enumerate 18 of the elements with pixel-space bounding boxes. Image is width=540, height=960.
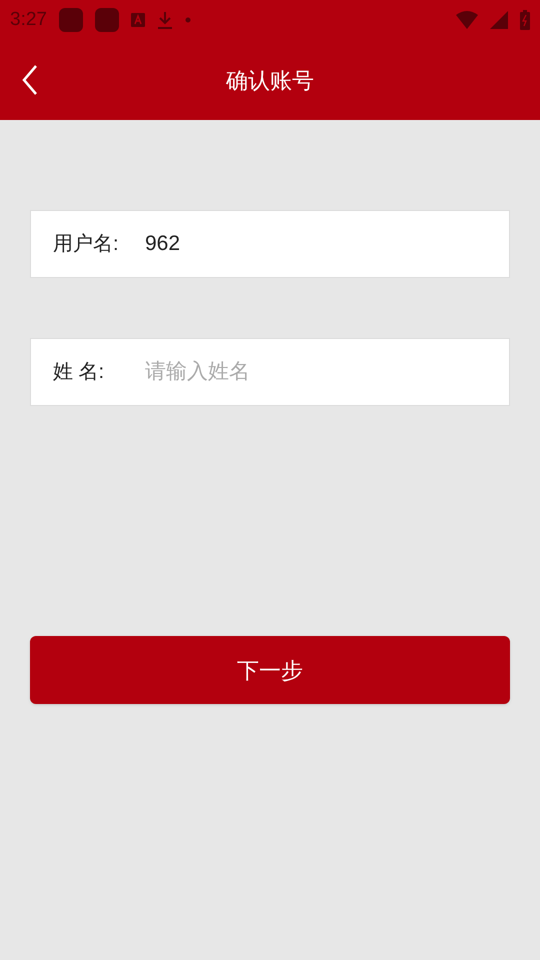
signal-icon bbox=[490, 11, 508, 29]
app-icon bbox=[58, 8, 83, 32]
back-icon bbox=[22, 64, 38, 96]
wifi-icon bbox=[456, 11, 478, 29]
input-field[interactable]: 962 bbox=[145, 211, 509, 277]
field-label: 姓 名: bbox=[53, 360, 106, 385]
battery-icon bbox=[520, 10, 530, 30]
next-button[interactable]: 下一步 bbox=[30, 636, 510, 704]
form-field[interactable]: 用户名: 962 bbox=[30, 210, 510, 278]
field-label: 用户名: bbox=[53, 232, 120, 257]
keyboard-icon bbox=[130, 13, 145, 27]
download-icon bbox=[156, 11, 173, 29]
form-field[interactable]: 姓 名: 请输入姓名 bbox=[30, 338, 510, 406]
status-time: 3:27 bbox=[10, 8, 47, 32]
input-field[interactable]: 请输入姓名 bbox=[145, 339, 509, 405]
page-title: 确认账号 bbox=[226, 66, 314, 94]
dot-icon bbox=[184, 17, 191, 23]
app-icon bbox=[94, 8, 119, 32]
